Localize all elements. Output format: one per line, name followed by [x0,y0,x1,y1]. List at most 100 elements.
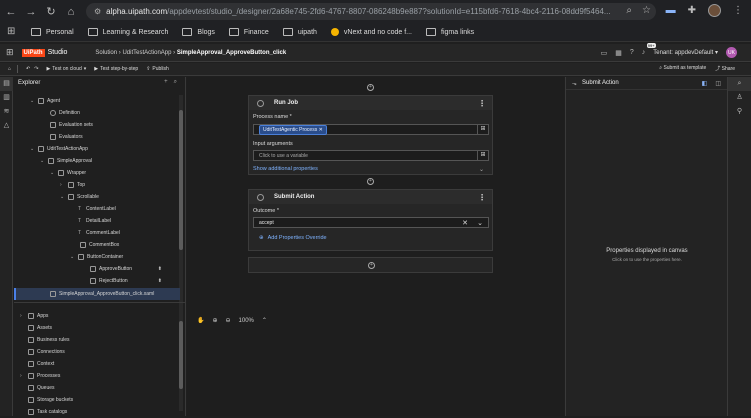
pin-icon[interactable]: ⚲ [728,105,751,119]
add-activity-icon[interactable]: + [367,84,374,91]
chrome-menu-icon[interactable]: ⋮ [733,5,743,16]
zoom-level[interactable]: 100% [239,318,254,324]
tree-item-simpleapproval[interactable]: ⌄ SimpleApproval [40,155,92,167]
resource-queues[interactable]: Queues [28,382,55,394]
notifications-icon[interactable]: ♪ 99+ [642,43,656,56]
forward-icon[interactable]: → [22,3,40,21]
bookmark-finance[interactable]: Finance [228,28,269,36]
bookmark-figma[interactable]: figma links [426,28,474,36]
zoom-icon[interactable]: ⌕ [626,5,632,16]
remove-icon[interactable]: ✕ [319,127,323,133]
panel-layout-icon[interactable]: ◧ [702,80,708,87]
tree-item-scrollable[interactable]: ⌄ Scrollable [60,191,99,203]
chevron-down-icon[interactable]: ⌄ [477,219,483,227]
resource-assets[interactable]: Assets [28,322,52,334]
bookmark-vnext[interactable]: vNext and no code f... [330,28,412,36]
tree-item-definition[interactable]: Definition [50,107,80,119]
tenant-selector[interactable]: Tenant: appdevDefault ▾ [653,49,718,56]
tree-item-evaluation-sets[interactable]: Evaluation sets [50,119,93,131]
database-icon[interactable]: ≋ [0,105,13,119]
app-launcher-icon[interactable]: ⊞ [6,47,14,58]
event-icon[interactable]: ⬍ [158,266,162,272]
bookmark-blogs[interactable]: Blogs [182,28,215,36]
tree-item-top[interactable]: › Top [60,179,85,191]
resource-task-catalogs[interactable]: Task catalogs [28,406,67,418]
event-icon[interactable]: ⬍ [158,278,162,284]
input-arguments-field[interactable]: Click to use a variable ⊞ [253,150,489,161]
apps-grid-icon[interactable]: ⊞ [7,27,17,37]
bookmark-learning[interactable]: Learning & Research [87,28,168,36]
more-options-icon[interactable]: ⋮ [478,99,486,108]
workflow-canvas[interactable]: + Run Job ⋮ Process name * UditTestAgenti… [187,77,564,416]
resource-storage-buckets[interactable]: Storage buckets [28,394,73,406]
add-icon[interactable]: + [164,79,168,86]
bookmark-star-icon[interactable]: ☆ [642,5,651,16]
add-activity-icon[interactable]: + [367,178,374,185]
store-icon[interactable]: ▦ [615,49,622,57]
add-properties-override-link[interactable]: ⊕ Add Properties Override [259,235,327,241]
more-options-icon[interactable]: ⋮ [478,193,486,202]
tree-item-commentbox[interactable]: CommentBox [80,239,119,251]
address-bar[interactable]: ⚙ alpha.uipath.com/appdevtest/studio_/de… [86,3,656,20]
process-chip[interactable]: UditTestAgentic Process ✕ [259,124,327,135]
help-icon[interactable]: ? [630,49,634,56]
profile-avatar[interactable] [708,4,721,17]
undo-icon[interactable]: ↶ [26,66,30,72]
extensions-puzzle-icon[interactable]: ✚ [688,5,696,16]
run-job-activity[interactable]: Run Job ⋮ Process name * UditTestAgentic … [248,95,493,175]
tree-item-wrapper[interactable]: ⌄ Wrapper [50,167,86,179]
search-icon[interactable]: ⌕ [174,79,177,86]
drop-zone[interactable]: + [248,257,493,273]
tree-item-contentlabel[interactable]: T ContentLabel [78,203,116,215]
publish-button[interactable]: ⇪ Publish [146,66,169,72]
show-additional-properties[interactable]: Show additional properties [253,166,318,172]
test-step-button[interactable]: ▶ Test step-by-step [94,66,138,72]
home-icon[interactable]: ⌂ [62,3,80,21]
tree-item-agent[interactable]: ⌄ Agent [30,95,60,107]
bookmark-uipath[interactable]: uipath [282,28,317,36]
extension-icon[interactable]: ▬ [666,5,676,16]
resource-connections[interactable]: Connections [28,346,65,358]
tree-item-buttoncontainer[interactable]: ⌄ ButtonContainer [70,251,123,263]
share-button[interactable]: ⤴ Share [715,65,735,72]
resource-processes[interactable]: › Processes [20,370,60,382]
feedback-icon[interactable]: ▭ [601,49,608,57]
search-icon[interactable]: ⌕ [728,77,751,91]
expression-icon[interactable]: ⊞ [477,125,488,134]
person-icon[interactable]: ♙ [728,91,751,105]
chevron-down-icon[interactable]: ⌄ [479,166,484,173]
submit-template-button[interactable]: ⌕ Submit as template [659,65,706,72]
collapse-panel-icon[interactable]: ◫ [715,80,721,87]
resource-business-rules[interactable]: Business rules [28,334,70,346]
site-info-icon[interactable]: ⚙ [94,7,101,16]
scrollbar[interactable] [179,313,183,411]
crumb-app[interactable]: UditTestActionApp [122,50,171,56]
tree-item-commentlabel[interactable]: T CommentLabel [78,227,120,239]
scrollbar[interactable] [179,95,183,313]
redo-icon[interactable]: ↷ [34,66,38,72]
crumb-solution[interactable]: Solution [95,50,117,56]
submit-action-activity[interactable]: Submit Action ⋮ Outcome * accept ✕ ⌄ ⊕ Add… [248,189,493,251]
pages-icon[interactable]: ▥ [0,91,13,105]
warning-icon[interactable]: △ [0,119,13,133]
user-avatar[interactable]: UK [726,47,737,58]
tree-item-app[interactable]: ⌄ UditTestActionApp [30,143,88,155]
tree-item-rejectbutton[interactable]: RejectButton ⬍ [90,275,174,287]
zoom-out-icon[interactable]: ⊖ [226,317,231,324]
tree-item-selected-xaml[interactable]: SimpleApproval_ApproveButton_click.xaml [14,288,180,300]
resource-context[interactable]: Context [28,358,54,370]
explorer-icon[interactable]: ▤ [0,77,13,91]
pan-hand-icon[interactable]: ✋ [197,317,204,324]
add-activity-icon[interactable]: + [368,262,375,269]
zoom-in-icon[interactable]: ⊕ [212,317,217,324]
resource-apps[interactable]: › Apps [20,310,48,322]
home-icon[interactable]: ⌂ [8,66,11,72]
tree-item-approvebutton[interactable]: ApproveButton ⬍ [90,263,174,275]
reload-icon[interactable]: ↻ [42,3,60,21]
tree-item-detaillabel[interactable]: T DetailLabel [78,215,111,227]
bookmark-personal[interactable]: Personal [31,28,74,36]
clear-icon[interactable]: ✕ [462,219,468,227]
expression-icon[interactable]: ⊞ [477,151,488,160]
test-on-cloud-button[interactable]: ▶ Test on cloud ▾ [46,66,86,72]
process-name-field[interactable]: UditTestAgentic Process ✕ ⊞ [253,124,489,135]
